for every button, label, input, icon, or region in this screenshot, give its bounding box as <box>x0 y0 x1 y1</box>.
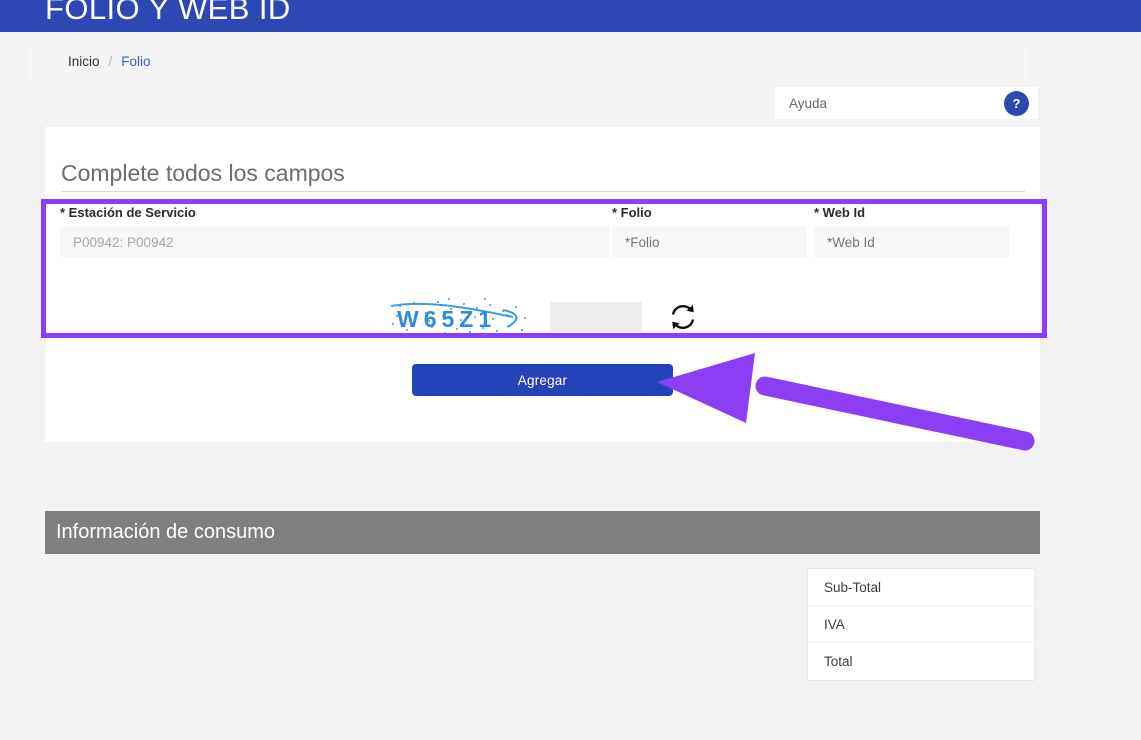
agregar-button[interactable]: Agregar <box>412 364 673 396</box>
breadcrumb-item-folio[interactable]: Folio <box>121 54 150 69</box>
captcha-image: W65Z1 <box>385 294 533 339</box>
totals-row-iva: IVA <box>808 606 1034 643</box>
field-label-folio: * Folio <box>612 205 652 220</box>
web-id-input[interactable] <box>814 227 1009 257</box>
estacion-input[interactable]: P00942: P00942 <box>60 227 610 257</box>
page-title: FOLIO Y WEB ID <box>45 0 291 26</box>
captcha-input[interactable] <box>550 301 642 332</box>
captcha-text: W65Z1 <box>397 306 496 332</box>
breadcrumb-item-inicio[interactable]: Inicio <box>68 54 100 69</box>
app-header: FOLIO Y WEB ID <box>0 0 1141 32</box>
totals-list: Sub-Total IVA Total <box>807 568 1035 681</box>
breadcrumb: Inicio / Folio <box>28 42 1028 80</box>
field-label-estacion: * Estación de Servicio <box>60 205 196 220</box>
totals-label-sub-total: Sub-Total <box>824 579 882 595</box>
consumo-title: Información de consumo <box>56 521 276 543</box>
consumo-header: Información de consumo <box>45 511 1040 554</box>
field-web-id: * Web Id <box>814 205 1009 257</box>
breadcrumb-separator: / <box>108 53 113 69</box>
totals-label-iva: IVA <box>824 616 845 632</box>
captcha-row: W65Z1 <box>385 294 699 339</box>
folio-input[interactable] <box>612 227 807 257</box>
help-bar: Ayuda ? <box>775 87 1038 119</box>
totals-row-sub-total: Sub-Total <box>808 569 1034 606</box>
field-estacion-de-servicio: * Estación de Servicio P00942: P00942 <box>60 205 610 257</box>
form-title-divider <box>61 191 1025 192</box>
totals-row-total: Total <box>808 643 1034 680</box>
refresh-icon[interactable] <box>667 301 699 333</box>
form-title: Complete todos los campos <box>61 160 345 186</box>
field-label-web-id: * Web Id <box>814 205 866 220</box>
totals-label-total: Total <box>824 654 853 669</box>
field-folio: * Folio <box>612 205 807 257</box>
help-question-icon[interactable]: ? <box>1004 90 1029 116</box>
help-label: Ayuda <box>789 95 828 111</box>
